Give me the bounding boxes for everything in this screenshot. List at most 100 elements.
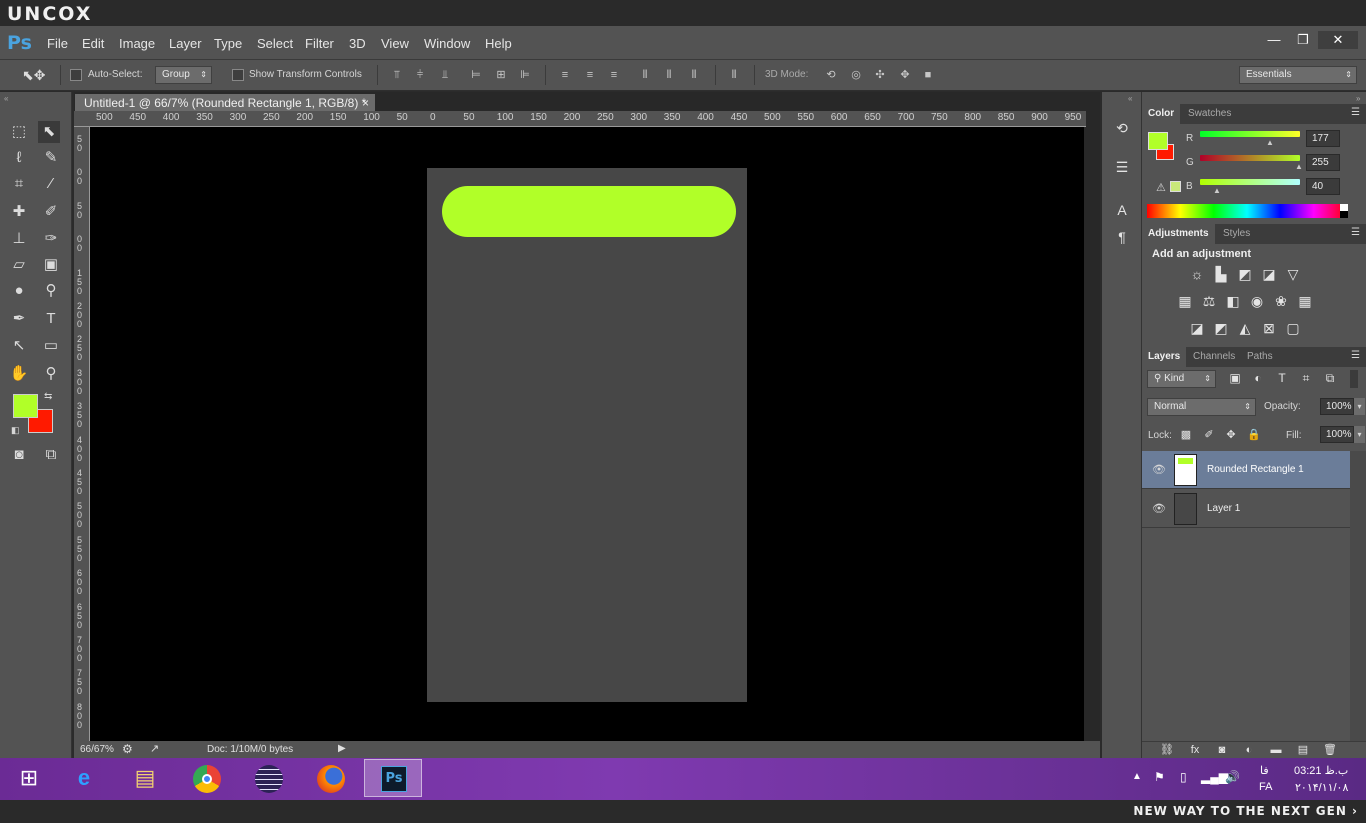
distribute-right-icon[interactable]: ⦀ <box>686 68 702 82</box>
dodge-tool-icon[interactable]: ⚲ <box>40 280 62 302</box>
layers-scrollbar[interactable] <box>1350 451 1366 741</box>
align-left-icon[interactable]: ⊨ <box>468 68 484 82</box>
hand-tool-icon[interactable]: ✋ <box>8 363 30 385</box>
b-slider[interactable] <box>1200 179 1300 185</box>
exposure-icon[interactable]: ◪ <box>1260 265 1278 283</box>
align-right-icon[interactable]: ⊫ <box>517 68 533 82</box>
layer-row-rounded-rectangle[interactable]: 👁 Rounded Rectangle 1 <box>1142 451 1350 489</box>
quick-selection-tool-icon[interactable]: ✎ <box>40 147 62 169</box>
menu-edit[interactable]: Edit <box>82 36 104 51</box>
brush-tool-icon[interactable]: ✐ <box>40 201 62 223</box>
g-slider-thumb-icon[interactable]: ▲ <box>1295 162 1303 171</box>
minimize-button[interactable]: — <box>1260 31 1288 49</box>
fill-input[interactable]: 100% <box>1320 426 1354 443</box>
3d-rotate-icon[interactable]: ⟲ <box>823 68 839 82</box>
3d-pan-icon[interactable]: ✣ <box>872 68 888 82</box>
blur-tool-icon[interactable]: ● <box>8 280 30 302</box>
menu-window[interactable]: Window <box>424 36 470 51</box>
healing-brush-tool-icon[interactable]: ✚ <box>8 201 30 223</box>
action-center-icon[interactable]: ⚑ <box>1154 770 1165 784</box>
posterize-icon[interactable]: ◩ <box>1212 319 1230 337</box>
brightness-icon[interactable]: ☼ <box>1188 265 1206 283</box>
gamut-color-chip[interactable] <box>1170 181 1181 192</box>
volume-icon[interactable]: 🔊 <box>1225 770 1240 784</box>
visibility-eye-icon[interactable]: 👁 <box>1152 502 1166 515</box>
panel-menu-icon[interactable]: ☰ <box>1351 107 1360 118</box>
foreground-color-swatch[interactable] <box>13 394 38 418</box>
paragraph-panel-icon[interactable]: ¶ <box>1113 228 1131 246</box>
layer-name[interactable]: Rounded Rectangle 1 <box>1207 464 1304 475</box>
screen-mode-icon[interactable]: ⧉ <box>40 444 62 466</box>
tab-styles[interactable]: Styles <box>1217 224 1256 244</box>
gradient-map-icon[interactable]: ⊠ <box>1260 319 1278 337</box>
print-size-icon[interactable]: ⚙ <box>122 742 133 756</box>
align-top-icon[interactable]: ⫪ <box>389 68 405 82</box>
channel-mixer-icon[interactable]: ❀ <box>1272 292 1290 310</box>
language-indicator[interactable]: FA <box>1259 781 1272 793</box>
move-tool-icon[interactable]: ⬉ <box>38 121 60 143</box>
align-bottom-icon[interactable]: ⫫ <box>437 68 453 82</box>
r-slider[interactable] <box>1200 131 1300 137</box>
lock-image-icon[interactable]: ✐ <box>1200 426 1218 444</box>
filter-smart-object-icon[interactable]: ⧉ <box>1321 369 1339 387</box>
tab-swatches[interactable]: Swatches <box>1182 104 1237 124</box>
distribute-bottom-icon[interactable]: ≡ <box>606 68 622 82</box>
foreground-color-chip[interactable] <box>1148 132 1168 150</box>
tab-layers[interactable]: Layers <box>1142 347 1187 367</box>
quick-mask-icon[interactable]: ◙ <box>8 444 30 466</box>
menu-select[interactable]: Select <box>257 36 293 51</box>
rectangle-tool-icon[interactable]: ▭ <box>40 335 62 357</box>
lasso-tool-icon[interactable]: ℓ <box>8 147 30 169</box>
menu-type[interactable]: Type <box>214 36 242 51</box>
selective-color-icon[interactable]: ▢ <box>1284 319 1302 337</box>
color-ramp[interactable] <box>1147 204 1347 218</box>
eraser-tool-icon[interactable]: ▱ <box>8 254 30 276</box>
collapse-icon[interactable]: « <box>4 94 8 103</box>
color-lookup-icon[interactable]: ▦ <box>1296 292 1314 310</box>
layer-style-icon[interactable]: fx <box>1186 741 1204 759</box>
history-brush-tool-icon[interactable]: ✑ <box>40 228 62 250</box>
invert-icon[interactable]: ◪ <box>1188 319 1206 337</box>
layer-name[interactable]: Layer 1 <box>1207 503 1240 514</box>
b-slider-thumb-icon[interactable]: ▲ <box>1213 186 1221 195</box>
curves-icon[interactable]: ◩ <box>1236 265 1254 283</box>
menu-file[interactable]: File <box>47 36 68 51</box>
properties-panel-icon[interactable]: ☰ <box>1113 158 1131 176</box>
g-input[interactable]: 255 <box>1306 154 1340 171</box>
eyedropper-tool-icon[interactable]: ⁄ <box>40 173 62 195</box>
black-white-ramp[interactable] <box>1340 204 1348 218</box>
document-canvas[interactable] <box>427 168 747 702</box>
type-tool-icon[interactable]: T <box>40 308 62 330</box>
blend-mode-dropdown[interactable]: Normal ⇕ <box>1147 398 1256 416</box>
filter-pixel-icon[interactable]: ▣ <box>1226 369 1244 387</box>
vibrance-icon[interactable]: ▽ <box>1284 265 1302 283</box>
layer-filter-dropdown[interactable]: ⚲ Kind ⇕ <box>1147 370 1216 388</box>
r-input[interactable]: 177 <box>1306 130 1340 147</box>
tab-channels[interactable]: Channels <box>1187 347 1241 367</box>
close-button[interactable]: ✕ <box>1318 31 1358 49</box>
lock-all-icon[interactable]: 🔒 <box>1245 426 1263 444</box>
tab-paths[interactable]: Paths <box>1241 347 1279 367</box>
photo-filter-icon[interactable]: ◉ <box>1248 292 1266 310</box>
align-vcenter-icon[interactable]: ⫩ <box>412 68 428 82</box>
levels-icon[interactable]: ▙ <box>1212 265 1230 283</box>
restore-button[interactable]: ❐ <box>1289 31 1317 49</box>
delete-layer-icon[interactable]: 🗑 <box>1321 741 1339 759</box>
filter-adjustment-icon[interactable]: ◐ <box>1249 369 1267 387</box>
opacity-input[interactable]: 100% <box>1320 398 1354 415</box>
windows-start-icon[interactable]: ⊞ <box>0 759 58 797</box>
menu-view[interactable]: View <box>381 36 409 51</box>
menu-3d[interactable]: 3D <box>349 36 366 51</box>
network-icon[interactable]: ▂▄▆ <box>1201 770 1228 784</box>
hue-saturation-icon[interactable]: ▦ <box>1176 292 1194 310</box>
gamut-warning-icon[interactable]: ⚠ <box>1156 181 1166 194</box>
lock-transparent-icon[interactable]: ▩ <box>1177 426 1195 444</box>
auto-select-dropdown[interactable]: Group ⇕ <box>155 66 212 84</box>
vertical-ruler[interactable]: 50 00 50 00 150 200 250 300 350 400 450 500 550 600 65… <box>74 127 90 741</box>
gradient-tool-icon[interactable]: ▣ <box>40 254 62 276</box>
add-mask-icon[interactable]: ◙ <box>1213 741 1231 759</box>
lock-position-icon[interactable]: ✥ <box>1222 426 1240 444</box>
photoshop-icon[interactable]: Ps <box>364 759 422 797</box>
firefox-icon[interactable] <box>302 759 360 797</box>
layer-row-layer-1[interactable]: 👁 Layer 1 <box>1142 490 1350 528</box>
